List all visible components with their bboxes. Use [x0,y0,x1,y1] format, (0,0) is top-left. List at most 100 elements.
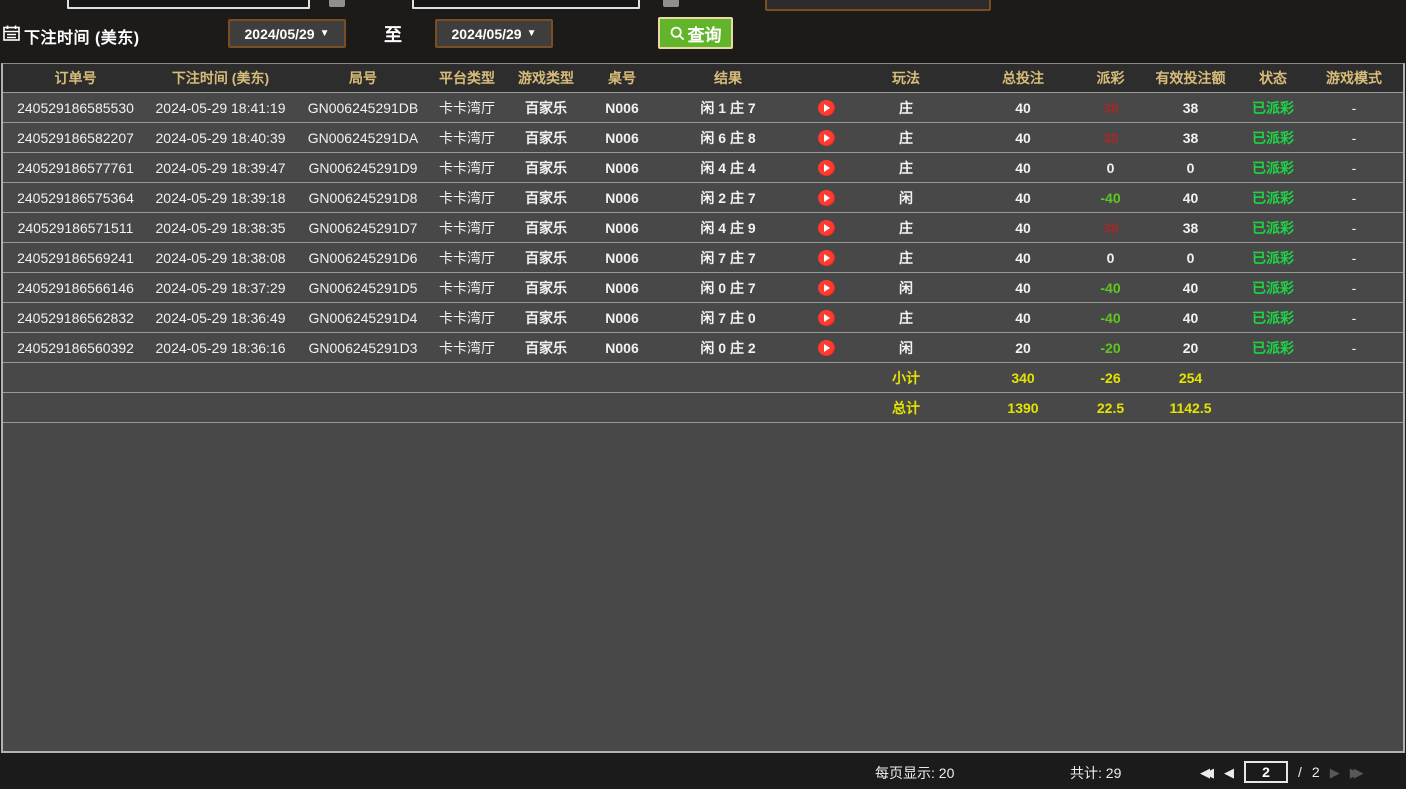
cell-valid-bet: 40 [1138,280,1243,296]
cell-bet-time: 2024-05-29 18:36:49 [148,310,293,326]
cell-valid-bet: 40 [1138,310,1243,326]
cell-platform-type: 卡卡湾厅 [433,338,501,358]
cell-play-video [803,249,849,266]
cell-play-type: 庄 [849,158,963,178]
play-video-icon[interactable] [818,130,835,146]
play-video-icon[interactable] [818,190,835,206]
grand-total-valid-bet: 1142.5 [1138,400,1243,416]
cell-order-number: 240529186569241 [3,250,148,266]
cell-platform-type: 卡卡湾厅 [433,218,501,238]
subtotal-total-bet: 340 [963,370,1083,386]
cell-valid-bet: 38 [1138,220,1243,236]
bet-time-filter-label: 下注时间 (美东) [24,24,140,48]
date-from-select[interactable]: 2024/05/29 ▼ [228,19,346,48]
play-video-icon[interactable] [818,310,835,326]
cell-platform-type: 卡卡湾厅 [433,158,501,178]
cell-status: 已派彩 [1243,128,1303,148]
cell-result: 闲 1 庄 7 [653,98,803,118]
column-header: 结果 [653,68,803,88]
column-header: 总投注 [963,68,1083,88]
cell-bet-time: 2024-05-29 18:39:18 [148,190,293,206]
next-page-icon[interactable]: ▶ [1330,766,1340,779]
cell-bet-time: 2024-05-29 18:41:19 [148,100,293,116]
play-video-icon[interactable] [818,220,835,236]
cell-table-number: N006 [591,310,653,326]
column-header: 下注时间 (美东) [148,68,293,88]
cell-total-bet: 40 [963,100,1083,116]
play-video-icon[interactable] [818,280,835,296]
cell-payout: -20 [1083,340,1138,356]
cell-play-video [803,219,849,236]
cell-status: 已派彩 [1243,98,1303,118]
cell-order-number: 240529186571511 [3,220,148,236]
table-row: 2405291865692412024-05-29 18:38:08GN0062… [3,243,1403,273]
table-row: 2405291865628322024-05-29 18:36:49GN0062… [3,303,1403,333]
per-page-label: 每页显示: 20 [875,763,954,783]
first-page-icon[interactable]: ◀◀ [1200,766,1214,779]
cell-game-mode: - [1303,280,1405,296]
cell-platform-type: 卡卡湾厅 [433,248,501,268]
cell-result: 闲 7 庄 0 [653,308,803,328]
query-button[interactable]: 查询 [658,17,733,49]
cell-platform-type: 卡卡湾厅 [433,128,501,148]
cell-game-mode: - [1303,340,1405,356]
cell-game-type: 百家乐 [501,158,591,178]
cell-game-type: 百家乐 [501,218,591,238]
cell-round-id: GN006245291D6 [293,250,433,266]
cell-status: 已派彩 [1243,218,1303,238]
cell-valid-bet: 38 [1138,100,1243,116]
last-page-icon[interactable]: ▶▶ [1350,766,1364,779]
cell-total-bet: 40 [963,190,1083,206]
cell-payout: 38 [1083,220,1138,236]
search-icon [670,26,685,41]
cell-play-type: 闲 [849,338,963,358]
column-header: 状态 [1243,68,1303,88]
cell-play-video [803,129,849,146]
cell-result: 闲 4 庄 4 [653,158,803,178]
prev-page-icon[interactable]: ◀ [1224,766,1234,779]
cell-platform-type: 卡卡湾厅 [433,308,501,328]
cell-game-mode: - [1303,100,1405,116]
cell-status: 已派彩 [1243,338,1303,358]
cell-round-id: GN006245291D7 [293,220,433,236]
cell-round-id: GN006245291D8 [293,190,433,206]
play-video-icon[interactable] [818,160,835,176]
play-video-icon[interactable] [818,250,835,266]
cell-total-bet: 40 [963,130,1083,146]
cell-order-number: 240529186562832 [3,310,148,326]
play-video-icon[interactable] [818,340,835,356]
cell-round-id: GN006245291D5 [293,280,433,296]
cell-game-mode: - [1303,190,1405,206]
cell-status: 已派彩 [1243,158,1303,178]
column-header: 有效投注额 [1138,68,1243,88]
grand-total-label: 总计 [849,398,963,418]
cell-play-type: 庄 [849,128,963,148]
query-button-label: 查询 [688,21,722,46]
cell-platform-type: 卡卡湾厅 [433,188,501,208]
cell-result: 闲 0 庄 2 [653,338,803,358]
subtotal-row: 小计 340 -26 254 [3,363,1403,393]
subtotal-label: 小计 [849,368,963,388]
subtotal-valid-bet: 254 [1138,370,1243,386]
calendar-icon [3,25,20,41]
cell-play-video [803,159,849,176]
cell-play-type: 庄 [849,98,963,118]
cell-payout: 0 [1083,250,1138,266]
cell-valid-bet: 40 [1138,190,1243,206]
cell-round-id: GN006245291DA [293,130,433,146]
betting-records-page: 下注时间 (美东) 2024/05/29 ▼ 至 2024/05/29 ▼ 查询… [0,0,1406,789]
date-to-select[interactable]: 2024/05/29 ▼ [435,19,553,48]
cell-play-type: 闲 [849,188,963,208]
cell-order-number: 240529186582207 [3,130,148,146]
cell-round-id: GN006245291DB [293,100,433,116]
cell-table-number: N006 [591,160,653,176]
page-number-input[interactable] [1244,761,1288,783]
cell-payout: 0 [1083,160,1138,176]
grand-total-row: 总计 1390 22.5 1142.5 [3,393,1403,423]
table-empty-area [3,423,1403,751]
date-to-value: 2024/05/29 [452,26,522,42]
play-video-icon[interactable] [818,100,835,116]
cell-result: 闲 7 庄 7 [653,248,803,268]
cell-table-number: N006 [591,250,653,266]
cell-platform-type: 卡卡湾厅 [433,98,501,118]
